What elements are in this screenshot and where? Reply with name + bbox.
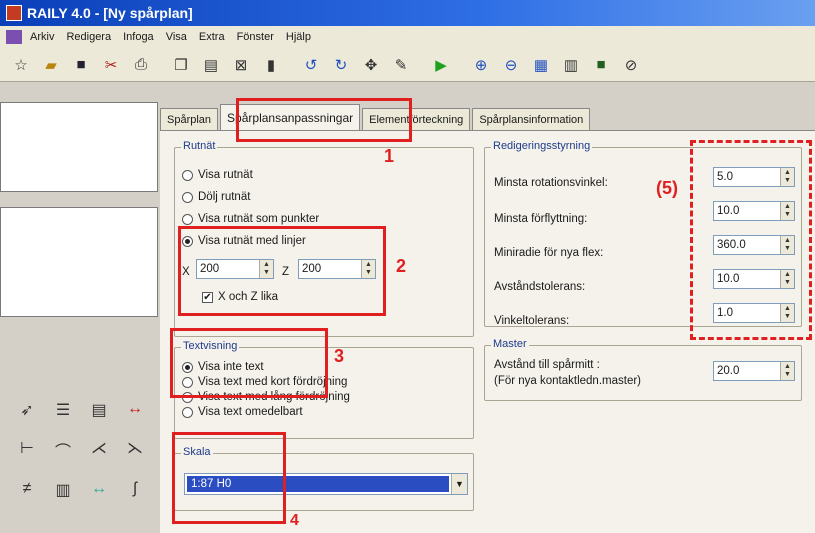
menu-redigera[interactable]: Redigera	[66, 31, 111, 43]
switch-left-icon[interactable]: ⋌	[84, 438, 114, 462]
rotate-left-icon[interactable]: ↺	[300, 54, 322, 76]
play-icon[interactable]: ▶	[430, 54, 452, 76]
edit-label-rotation: Minsta rotationsvinkel:	[494, 177, 608, 189]
delete-icon[interactable]: ⊠	[230, 54, 252, 76]
lines-tool-icon[interactable]: ☰	[48, 400, 78, 420]
toolbar: ☆ ▰ ■ ✂ ⎙ ❐ ▤ ⊠ ▮ ↺ ↻ ✥ ✎ ▶ ⊕ ⊖ ▦ ▥ ■ ⊘	[0, 48, 815, 82]
new-icon[interactable]: ☆	[10, 54, 32, 76]
menu-infoga[interactable]: Infoga	[123, 31, 154, 43]
layers-icon[interactable]: ▥	[560, 54, 582, 76]
grid-option-points[interactable]: Visa rutnät som punkter	[182, 213, 319, 225]
annotation-box-4	[172, 432, 286, 524]
print-icon[interactable]: ⎙	[130, 54, 152, 76]
annotation-label-4: 4	[290, 512, 299, 529]
radio[interactable]	[182, 406, 193, 418]
radio[interactable]	[182, 213, 193, 225]
paste-icon[interactable]: ▤	[200, 54, 222, 76]
help-icon[interactable]: ⊘	[620, 54, 642, 76]
text-option-immediate[interactable]: Visa text omedelbart	[182, 406, 303, 418]
grid-option-hide[interactable]: Dölj rutnät	[182, 191, 250, 203]
open-icon[interactable]: ▰	[40, 54, 62, 76]
tab-sparplansinformation[interactable]: Spårplansinformation	[472, 108, 591, 130]
crossing-icon[interactable]: ≠	[12, 480, 42, 500]
save-icon[interactable]: ■	[70, 54, 92, 76]
curve-track-icon[interactable]: ⌒	[48, 438, 78, 462]
edit-label-move: Minsta förflyttning:	[494, 213, 588, 225]
element-list[interactable]	[0, 102, 158, 192]
pointer-tool-icon[interactable]: ➶	[12, 400, 42, 420]
radio[interactable]	[182, 191, 193, 203]
switch-right-icon[interactable]: ⋋	[120, 438, 150, 462]
tab-sparplan[interactable]: Spårplan	[160, 108, 219, 130]
menu-fonster[interactable]: Fönster	[237, 31, 274, 43]
arrow-tool-icon[interactable]: ↔	[120, 400, 150, 420]
title-bar: RAILY 4.0 - [Ny spårplan]	[0, 0, 815, 26]
menu-arkiv[interactable]: Arkiv	[30, 31, 54, 43]
edit-label-radius: Miniradie för nya flex:	[494, 247, 604, 259]
menu-extra[interactable]: Extra	[199, 31, 225, 43]
annotation-box-5	[690, 140, 812, 340]
menu-visa[interactable]: Visa	[166, 31, 187, 43]
chevron-down-icon[interactable]: ▼	[451, 474, 467, 494]
rotate-right-icon[interactable]: ↻	[330, 54, 352, 76]
annotation-label-2: 2	[396, 256, 407, 276]
grid-option-show[interactable]: Visa rutnät	[182, 169, 253, 181]
track-tools: ➶ ☰ ▤ ↔ ⊢ ⌒ ⋌ ⋋ ≠ ▥ ↔ ʃ	[12, 400, 150, 500]
zoom-in-icon[interactable]: ⊕	[470, 54, 492, 76]
menu-hjalp[interactable]: Hjälp	[286, 31, 311, 43]
app-icon	[6, 5, 22, 21]
window-title: RAILY 4.0 - [Ny spårplan]	[27, 5, 193, 21]
trash-icon[interactable]: ▮	[260, 54, 282, 76]
spin-updown-icon[interactable]: ▲ ▼	[780, 362, 794, 380]
color-icon[interactable]: ■	[590, 54, 612, 76]
annotation-box-2	[178, 226, 386, 316]
annotation-box-3	[170, 328, 328, 398]
master-legend: Master	[491, 338, 529, 350]
document-icon[interactable]	[6, 30, 22, 44]
pen-icon[interactable]: ✎	[390, 54, 412, 76]
menu-bar: Arkiv Redigera Infoga Visa Extra Fönster…	[0, 26, 815, 48]
edit-legend: Redigeringsstyrning	[491, 140, 593, 152]
annotation-label-3: 3	[334, 346, 345, 366]
block-tool-icon[interactable]: ▤	[84, 400, 114, 420]
edit-label-angle: Vinkeltolerans:	[494, 315, 570, 327]
master-distance-input[interactable]: 20.0 ▲ ▼	[713, 361, 795, 381]
move-icon[interactable]: ✥	[360, 54, 382, 76]
flex-track-icon[interactable]: ʃ	[120, 480, 150, 500]
grid-icon[interactable]: ▦	[530, 54, 552, 76]
zoom-out-icon[interactable]: ⊖	[500, 54, 522, 76]
bridge-icon[interactable]: ▥	[48, 480, 78, 500]
edit-label-distance: Avståndstolerans:	[494, 281, 586, 293]
radio[interactable]	[182, 169, 193, 181]
grid-legend: Rutnät	[181, 140, 218, 152]
element-preview[interactable]	[0, 207, 158, 317]
annotation-label-1: 1	[384, 146, 395, 166]
straight-track-icon[interactable]: ⊢	[12, 438, 42, 462]
measure-icon[interactable]: ↔	[84, 480, 114, 500]
master-sublabel: (För nya kontaktledn.master)	[494, 375, 642, 387]
copy-icon[interactable]: ❐	[170, 54, 192, 76]
annotation-label-5: (5)	[656, 178, 678, 198]
annotation-box-1	[236, 98, 412, 142]
master-label: Avstånd till spårmitt :	[494, 359, 600, 371]
left-panel: ➶ ☰ ▤ ↔ ⊢ ⌒ ⋌ ⋋ ≠ ▥ ↔ ʃ	[0, 82, 160, 533]
cut-icon[interactable]: ✂	[100, 54, 122, 76]
